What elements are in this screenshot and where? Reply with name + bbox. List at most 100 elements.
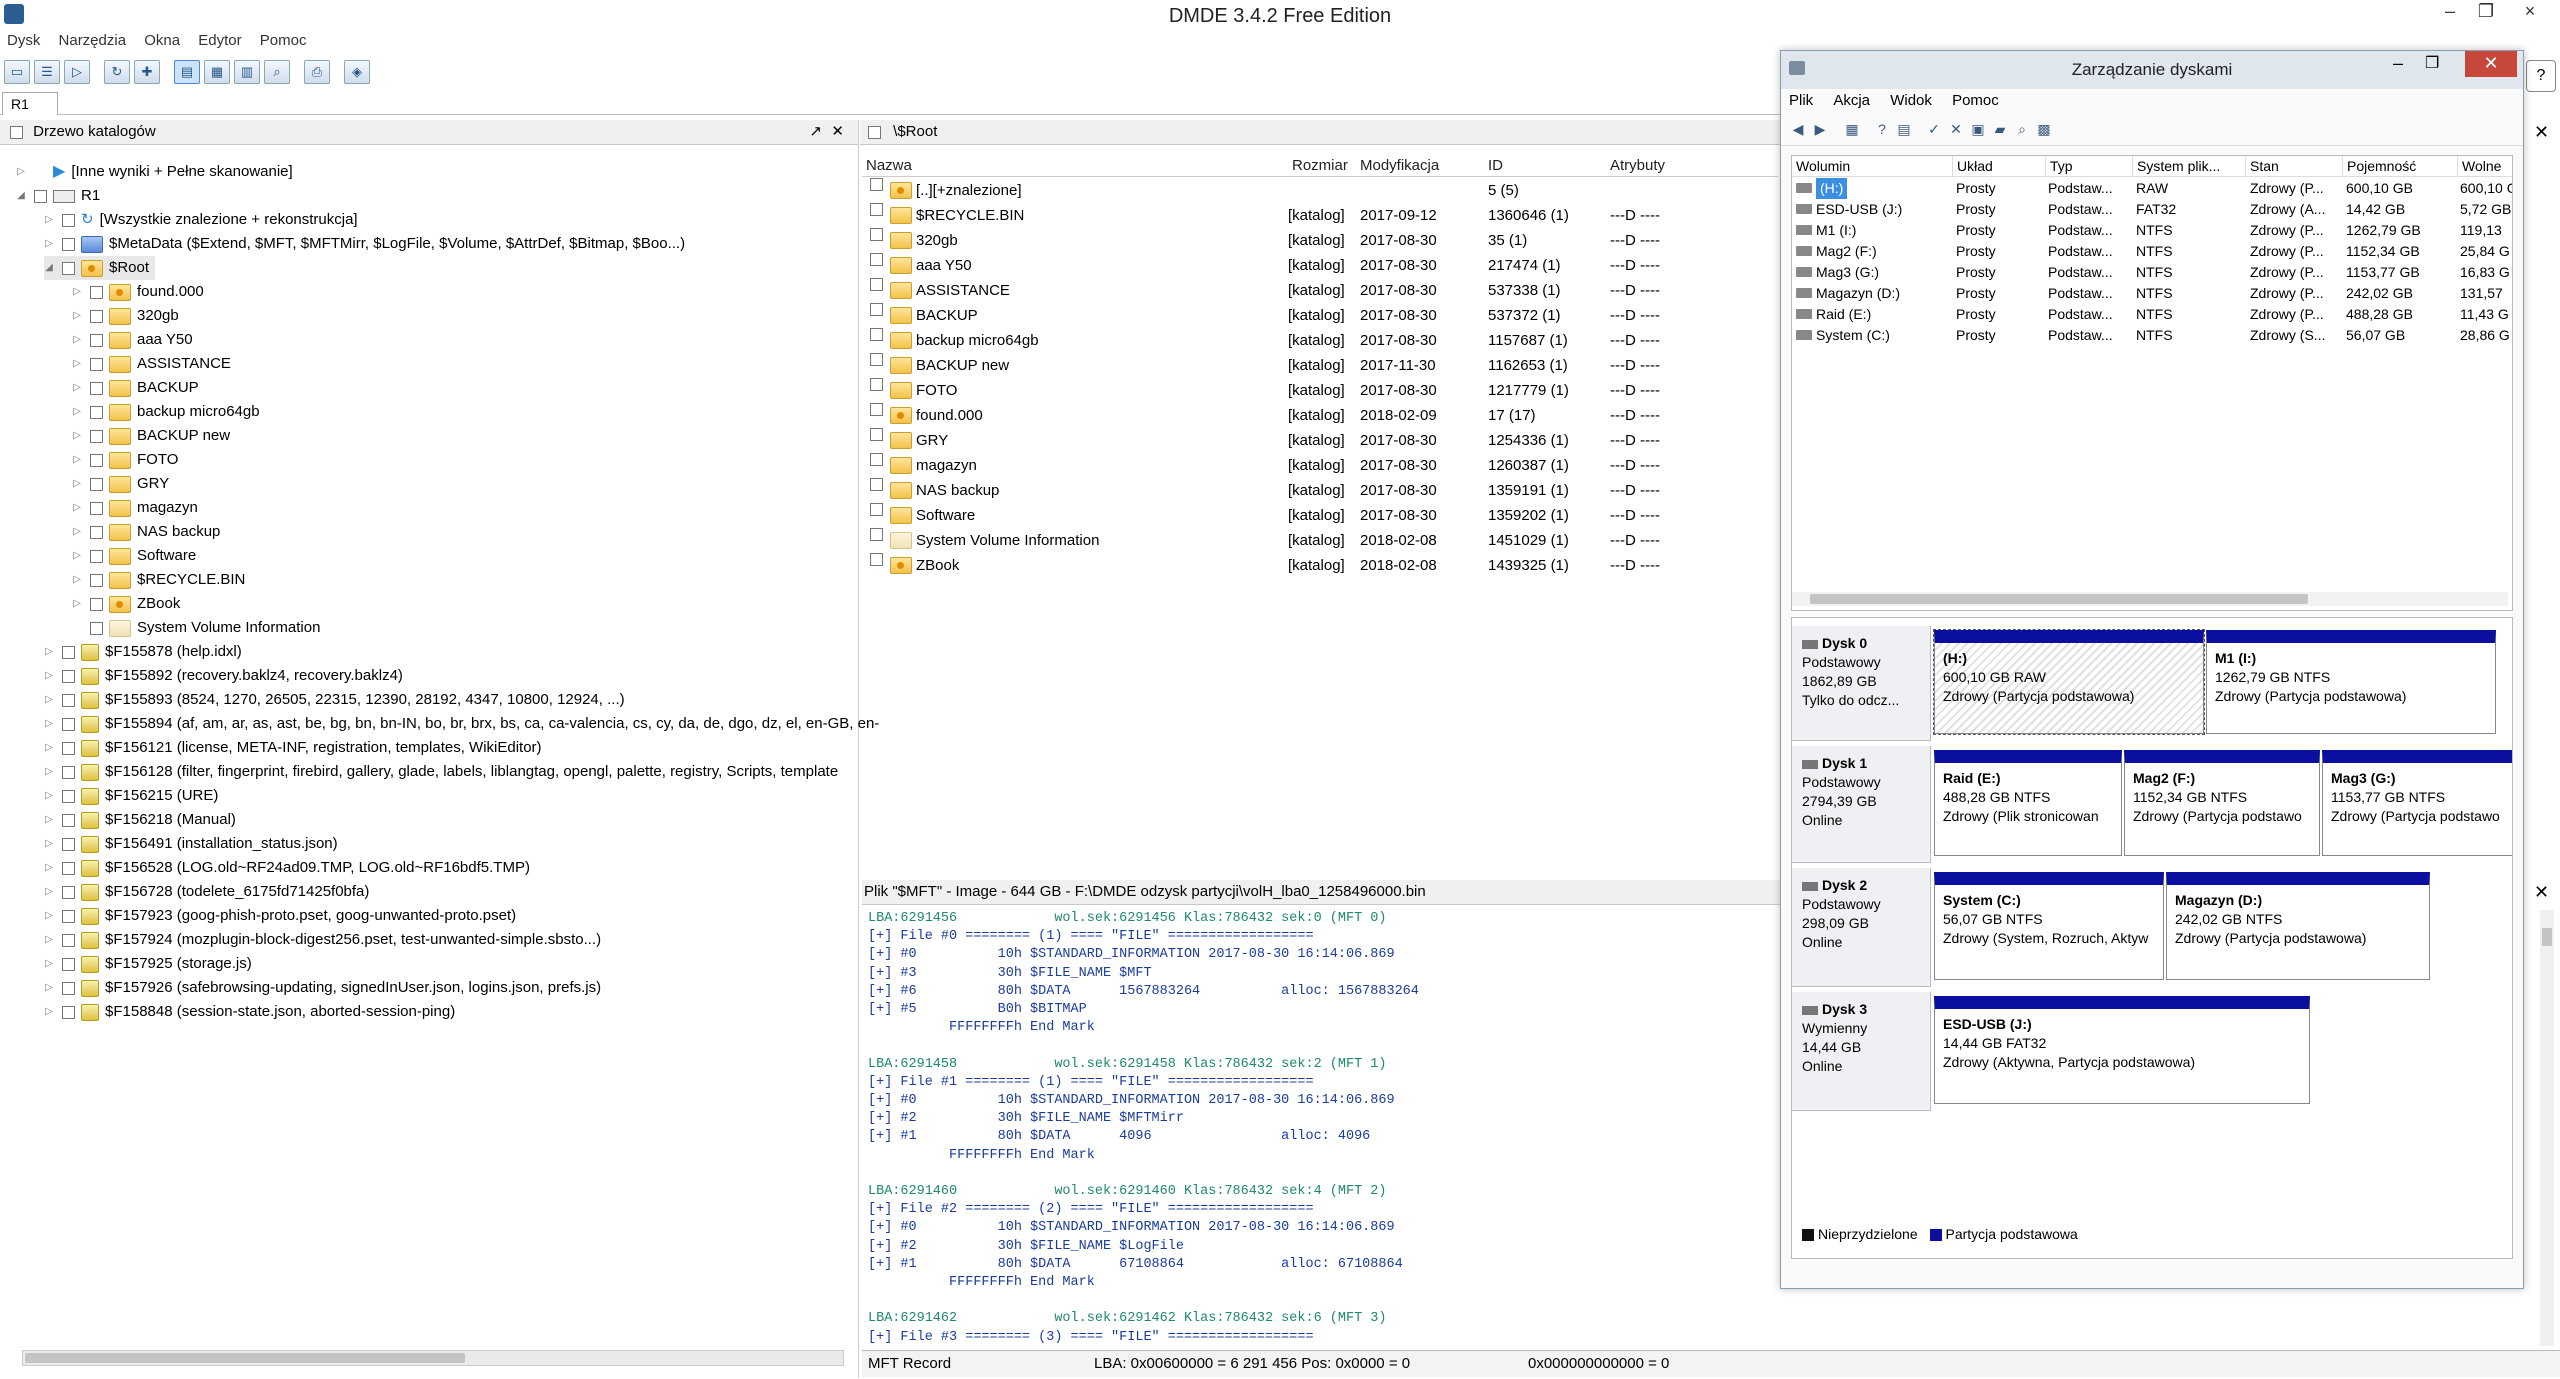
expand-arrow-icon[interactable]: ▷ [44,688,54,712]
open-disk-icon[interactable]: ▭ [4,60,30,84]
pin-icon[interactable]: ↗ [809,120,822,144]
col-id[interactable]: ID [1488,157,1503,174]
expand-arrow-icon[interactable]: ▷ [44,712,54,736]
tree-item[interactable]: ▷ $F155892 (recovery.baklz4, recovery.bak… [44,664,403,688]
expand-arrow-icon[interactable]: ▷ [44,664,54,688]
tree-item[interactable]: ▷ $F156121 (license, META-INF, registrati… [44,736,542,760]
vcol-status[interactable]: Stan [2246,156,2343,177]
tree-item[interactable]: ▷ $F157924 (mozplugin-block-digest256.pse… [44,928,601,952]
tree-item[interactable]: ▷ backup micro64gb [72,400,260,424]
tree-item[interactable]: ▷ ↻ [Wszystkie znalezione + rekonstrukcja] [44,208,357,232]
tree-checkbox[interactable] [90,357,103,371]
vcol-layout[interactable]: Układ [1953,156,2046,177]
search-icon[interactable]: ⌕ [2013,120,2031,138]
volume-hscroll[interactable] [1792,592,2508,606]
delete-icon[interactable]: ✕ [1947,120,1965,138]
vcol-capacity[interactable]: Pojemność [2343,156,2458,177]
close-icon[interactable]: × [2504,0,2556,24]
tree-item[interactable]: ▷ 320gb [72,304,179,328]
volume-row[interactable]: Magazyn (D:) Prosty Podstaw... NTFS Zdrowy (… [1792,283,2512,304]
tree-item[interactable]: ▷ $F156491 (installation_status.json) [44,832,338,856]
tree-item[interactable]: ▷ $F156218 (Manual) [44,808,236,832]
partition-block[interactable]: Mag3 (G:) 1153,77 GB NTFS Zdrowy (Partycja… [2322,750,2512,856]
expand-arrow-icon[interactable]: ▷ [72,328,82,352]
dm-minimize-icon[interactable]: – [2393,53,2403,74]
tree-checkbox[interactable] [34,189,47,203]
forward-icon[interactable]: ▶ [1811,120,1829,138]
volume-row[interactable]: M1 (I:) Prosty Podstaw... NTFS Zdrowy (P... 1… [1792,220,2512,241]
expand-arrow-icon[interactable]: ▷ [72,496,82,520]
tree-item[interactable]: ◢ $Root [44,256,156,280]
help-book-icon[interactable]: ? [1873,120,1891,138]
volume-hscroll-thumb[interactable] [1810,594,2308,604]
tree-checkbox[interactable] [90,309,103,323]
tree-checkbox[interactable] [90,381,103,395]
tree-hscroll-thumb[interactable] [25,1353,465,1363]
tree-item[interactable]: ▷ aaa Y50 [72,328,193,352]
tree-item[interactable]: ▷ $MetaData ($Extend, $MFT, $MFTMirr, $Lo… [44,232,685,256]
partition-block[interactable]: M1 (I:) 1262,79 GB NTFS Zdrowy (Partycja p… [2206,630,2496,734]
expand-arrow-icon[interactable]: ▷ [72,472,82,496]
expand-arrow-icon[interactable]: ▷ [72,568,82,592]
partition-block[interactable]: Mag2 (F:) 1152,34 GB NTFS Zdrowy (Partycja… [2124,750,2320,856]
vcol-volume[interactable]: Wolumin [1792,156,1953,177]
tree-item[interactable]: ▷ $F155878 (help.idxl) [44,640,242,664]
expand-arrow-icon[interactable]: ▷ [72,280,82,304]
dm-menu-action[interactable]: Akcja [1825,89,1878,112]
tree-checkbox[interactable] [62,789,75,803]
expand-arrow-icon[interactable]: ▷ [72,352,82,376]
expand-arrow-icon[interactable]: ▷ [44,784,54,808]
check-icon[interactable]: ✓ [1925,120,1943,138]
tree-item[interactable]: ▷ $F156215 (URE) [44,784,218,808]
vcol-fs[interactable]: System plik... [2133,156,2246,177]
menu-disk[interactable]: Dysk [0,30,47,51]
list-row[interactable]: NAS backup [katalog] 2017-08-30 1359191 (1)… [862,478,1778,503]
tree-checkbox[interactable] [62,261,75,275]
expand-arrow-icon[interactable]: ◢ [44,256,54,280]
list-row[interactable]: FOTO [katalog] 2017-08-30 1217779 (1) ---D -… [862,378,1778,403]
list-row[interactable]: BACKUP new [katalog] 2017-11-30 1162653 (1)… [862,353,1778,378]
tree-item[interactable]: ▷ found.000 [72,280,204,304]
list-row[interactable]: backup micro64gb [katalog] 2017-08-30 11576… [862,328,1778,353]
tree-checkbox[interactable] [90,549,103,563]
expand-arrow-icon[interactable]: ▷ [44,856,54,880]
list-row-checkbox[interactable] [870,478,883,491]
menu-tools[interactable]: Narzędzia [52,30,134,51]
tree-checkbox[interactable] [90,453,103,467]
settings-icon[interactable]: ▩ [2035,120,2053,138]
dm-menu-help[interactable]: Pomoc [1944,89,2007,112]
volume-row[interactable]: Mag2 (F:) Prosty Podstaw... NTFS Zdrowy (P..… [1792,241,2512,262]
tree-checkbox[interactable] [90,477,103,491]
partition-block[interactable]: (H:) 600,10 GB RAW Zdrowy (Partycja podsta… [1933,629,2205,735]
list-row-checkbox[interactable] [870,353,883,366]
tree-checkbox[interactable] [62,861,75,875]
list-row[interactable]: 320gb [katalog] 2017-08-30 35 (1) ---D ---- [862,228,1778,253]
expand-arrow-icon[interactable]: ▷ [44,640,54,664]
play-icon[interactable]: ▷ [64,60,90,84]
expand-arrow-icon[interactable]: ▷ [44,232,54,256]
hex-vscroll-thumb[interactable] [2542,928,2552,946]
list-row[interactable]: GRY [katalog] 2017-08-30 1254336 (1) ---D --… [862,428,1778,453]
expand-arrow-icon[interactable]: ▷ [72,520,82,544]
tree-item[interactable]: ▷ $F155893 (8524, 1270, 26505, 22315, 123… [44,688,625,712]
disk-info[interactable]: Dysk 2 Podstawowy 298,09 GB Online [1792,868,1931,987]
tree-checkbox[interactable] [62,765,75,779]
maximize-icon[interactable]: ❐ [2468,0,2504,24]
disk-info[interactable]: Dysk 1 Podstawowy 2794,39 GB Online [1792,746,1931,863]
list-row[interactable]: System Volume Information [katalog] 2018-0… [862,528,1778,553]
tree-checkbox[interactable] [62,741,75,755]
disk-info[interactable]: Dysk 3 Wymienny 14,44 GB Online [1792,992,1931,1111]
minimize-icon[interactable]: – [2432,0,2468,24]
tab-r1[interactable]: R1 [2,92,58,115]
tree-item[interactable]: ▷ BACKUP [72,376,199,400]
find-icon[interactable]: ⌕ [264,60,290,84]
tree-item[interactable]: ▷ FOTO [72,448,178,472]
vcol-type[interactable]: Typ [2046,156,2133,177]
list-row-checkbox[interactable] [870,553,883,566]
partitions-icon[interactable]: ☰ [34,60,60,84]
tree-checkbox[interactable] [62,957,75,971]
dm-menu-file[interactable]: Plik [1781,89,1821,112]
tree-item[interactable]: ▷ magazyn [72,496,198,520]
disk-info[interactable]: Dysk 0 Podstawowy 1862,89 GB Tylko do odcz.… [1792,626,1931,741]
tree-checkbox[interactable] [90,429,103,443]
